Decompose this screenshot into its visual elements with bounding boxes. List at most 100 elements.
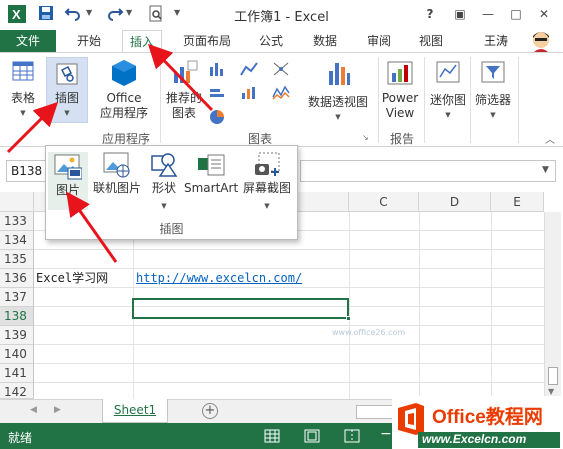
- tab-review[interactable]: 审阅: [360, 30, 398, 52]
- sparklines-icon: [436, 61, 460, 83]
- user-name[interactable]: 王涛: [484, 30, 508, 52]
- maximize-button[interactable]: □: [506, 4, 526, 24]
- tab-formulas[interactable]: 公式: [252, 30, 290, 52]
- combo-chart-icon[interactable]: [208, 109, 226, 125]
- illustrations-dropdown: 图片 联机图片 形状 ▼ SmartArt 屏幕截图 ▼ 插图: [45, 145, 298, 240]
- screenshot-icon: [255, 152, 280, 176]
- area-chart-icon[interactable]: [240, 85, 258, 101]
- pivotchart-label: 数据透视图: [307, 95, 368, 109]
- row-header[interactable]: 142: [0, 383, 34, 399]
- vertical-scrollbar[interactable]: ▼: [544, 212, 561, 399]
- row-header[interactable]: 137: [0, 288, 34, 307]
- scroll-down-icon[interactable]: ▼: [548, 387, 554, 396]
- shapes-label: 形状: [151, 181, 176, 195]
- office-apps-button[interactable]: Office 应用程序: [94, 59, 154, 121]
- normal-view-icon[interactable]: [264, 429, 280, 443]
- line-chart-icon[interactable]: [240, 61, 258, 77]
- name-box[interactable]: B138: [6, 160, 48, 182]
- column-chart-icon[interactable]: [208, 61, 226, 77]
- online-picture-button[interactable]: 联机图片: [90, 152, 144, 196]
- screenshot-dropdown-icon: ▼: [264, 202, 270, 210]
- page-break-view-icon[interactable]: [344, 429, 360, 443]
- watermark-url-faint: www.office26.com: [332, 328, 406, 337]
- office-store-icon: [112, 60, 136, 86]
- table-button[interactable]: 表格 ▼: [5, 59, 41, 121]
- group-separator: [160, 57, 161, 143]
- column-header-e[interactable]: E: [491, 192, 544, 212]
- table-label: 表格: [10, 91, 35, 105]
- cell-a136[interactable]: Excel学习网: [36, 269, 108, 288]
- power-view-button[interactable]: Power View: [380, 59, 420, 121]
- scatter-chart-icon[interactable]: [272, 61, 290, 77]
- tab-view[interactable]: 视图: [412, 30, 450, 52]
- online-picture-icon: [103, 152, 130, 178]
- illustrations-button[interactable]: 插图 ▼: [46, 57, 88, 123]
- bar-chart-icon[interactable]: [272, 85, 290, 101]
- group-separator: [518, 57, 519, 143]
- user-avatar[interactable]: [528, 28, 554, 54]
- vertical-scroll-thumb[interactable]: [548, 367, 558, 385]
- tab-insert[interactable]: 插入: [122, 30, 162, 53]
- smartart-label: SmartArt: [184, 181, 239, 195]
- row-header[interactable]: 141: [0, 364, 34, 383]
- pivotchart-button[interactable]: 数据透视图 ▼: [302, 59, 374, 125]
- horizontal-scrollbar[interactable]: [356, 405, 396, 419]
- select-all-corner[interactable]: [0, 192, 34, 212]
- tab-data[interactable]: 数据: [306, 30, 344, 52]
- row-header[interactable]: 133: [0, 212, 34, 231]
- minimize-button[interactable]: —: [478, 4, 498, 24]
- gridline: [34, 382, 544, 383]
- pivotchart-icon: [329, 63, 350, 85]
- row-header[interactable]: 135: [0, 250, 34, 269]
- formula-bar[interactable]: [300, 160, 556, 182]
- gridline: [34, 249, 544, 250]
- recommended-charts-button[interactable]: 推荐的 图表: [164, 59, 204, 121]
- row-header[interactable]: 134: [0, 231, 34, 250]
- picture-button[interactable]: 图片: [48, 152, 88, 210]
- charts-dialog-launcher-icon[interactable]: ↘: [362, 133, 369, 142]
- row-header[interactable]: 138: [0, 307, 34, 326]
- column-header-c[interactable]: C: [349, 192, 419, 212]
- table-icon: [12, 61, 34, 81]
- popup-group-label: 插图: [159, 222, 184, 236]
- page-layout-view-icon[interactable]: [304, 429, 320, 443]
- help-button[interactable]: ?: [420, 4, 440, 24]
- smartart-button[interactable]: SmartArt: [184, 152, 238, 196]
- filters-dropdown-icon: ▼: [490, 111, 496, 119]
- row-header[interactable]: 140: [0, 345, 34, 364]
- new-sheet-button[interactable]: +: [202, 403, 218, 419]
- column-header-d[interactable]: D: [419, 192, 491, 212]
- tab-file[interactable]: 文件: [0, 30, 56, 52]
- gridline: [34, 325, 544, 326]
- screenshot-button[interactable]: 屏幕截图 ▼: [240, 152, 294, 214]
- formula-bar-expand-icon[interactable]: ▼: [542, 165, 549, 175]
- tab-home[interactable]: 开始: [70, 30, 108, 52]
- scroll-left-icon[interactable]: ◀: [30, 405, 37, 415]
- group-separator: [424, 57, 425, 143]
- active-cell-b138[interactable]: [132, 298, 349, 319]
- shapes-button[interactable]: 形状 ▼: [146, 152, 182, 214]
- office-logo-icon: [398, 403, 424, 435]
- row-header[interactable]: 139: [0, 326, 34, 345]
- pie-chart-icon[interactable]: [208, 85, 226, 101]
- tab-page-layout[interactable]: 页面布局: [176, 30, 238, 52]
- filters-label: 筛选器: [474, 93, 511, 107]
- collapse-ribbon-icon[interactable]: ︿: [545, 131, 555, 146]
- zoom-out-button[interactable]: −: [380, 426, 392, 442]
- ribbon-display-button[interactable]: ▣: [450, 4, 470, 24]
- scroll-right-icon[interactable]: ▶: [54, 405, 61, 415]
- watermark-brand: Office教程网: [432, 407, 543, 428]
- filters-button[interactable]: 筛选器 ▼: [472, 59, 514, 123]
- sheet-tab-sheet1[interactable]: Sheet1: [102, 399, 168, 423]
- row-header[interactable]: 136: [0, 269, 34, 288]
- fill-handle[interactable]: [346, 316, 351, 321]
- group-label-reports: 报告: [389, 132, 414, 146]
- cell-b136-link[interactable]: http://www.excelcn.com/: [136, 269, 302, 288]
- shapes-dropdown-icon: ▼: [161, 202, 167, 210]
- title-bar: X ▼ ▼ ▼ 工作簿1 - Excel ? ▣ — □ ✕: [0, 0, 563, 30]
- sparklines-button[interactable]: 迷你图 ▼: [428, 59, 468, 123]
- close-button[interactable]: ✕: [534, 4, 554, 24]
- ribbon-tabs: 文件 开始 插入 页面布局 公式 数据 审阅 视图 王涛: [0, 28, 563, 54]
- screenshot-label: 屏幕截图: [242, 181, 291, 195]
- illustrations-label: 插图: [54, 91, 79, 105]
